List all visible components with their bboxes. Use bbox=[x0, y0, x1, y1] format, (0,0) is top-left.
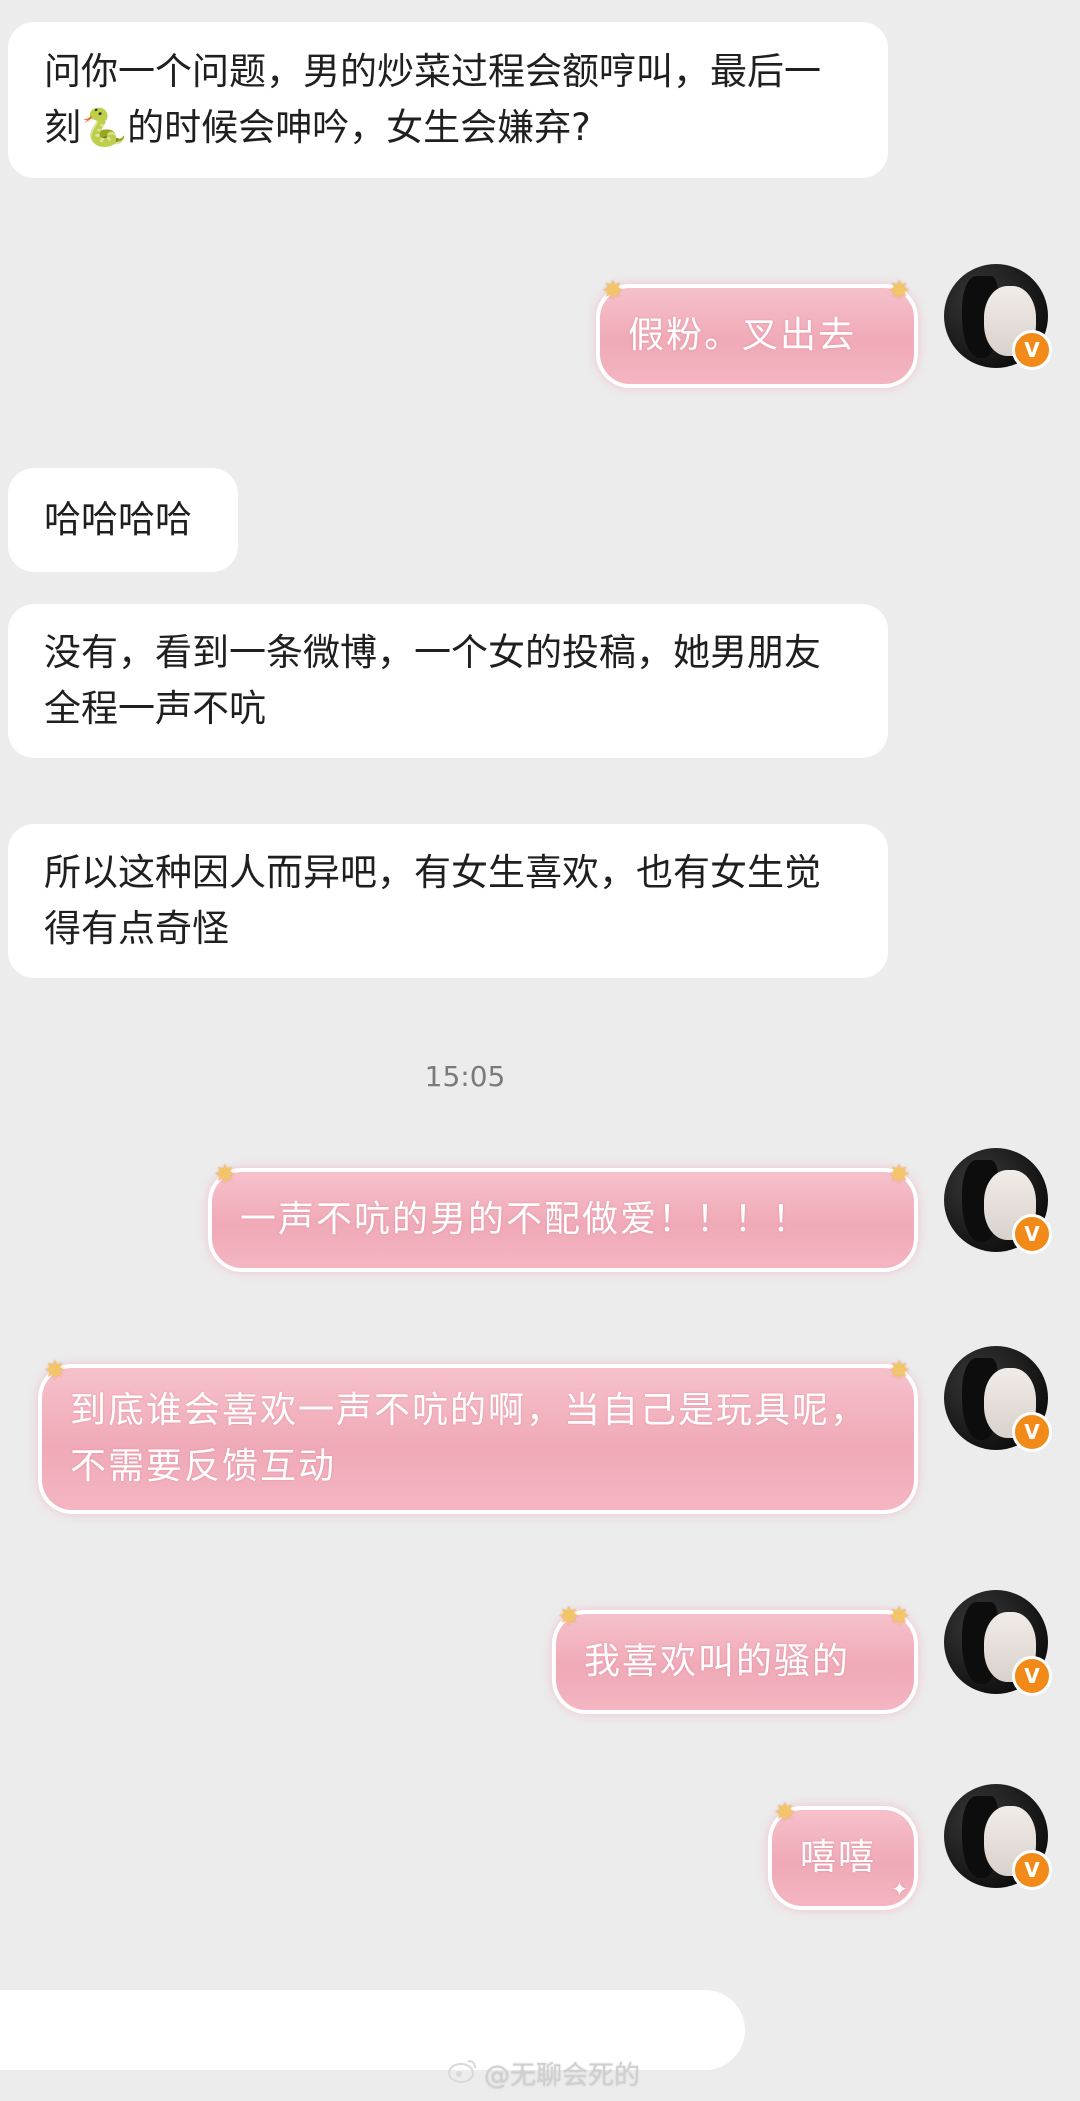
message-text: 问你一个问题，男的炒菜过程会额哼叫，最后一刻🐍的时候会呻吟，女生会嫌弃? bbox=[44, 50, 821, 149]
sparkle-icon: ✸ bbox=[774, 1798, 798, 1828]
weibo-logo-icon bbox=[448, 2057, 478, 2090]
avatar[interactable]: V bbox=[944, 1590, 1052, 1696]
message-text: 假粉。叉出去 bbox=[628, 315, 857, 356]
received-message[interactable]: 哈哈哈哈 bbox=[8, 468, 238, 572]
sent-message[interactable]: ✸ ✦ 嘻嘻 bbox=[768, 1800, 918, 1910]
sparkle-icon: ✸ bbox=[888, 1160, 912, 1190]
sparkle-icon: ✸ bbox=[888, 1356, 912, 1386]
avatar[interactable]: V bbox=[944, 1148, 1052, 1254]
sent-message[interactable]: ✸ ✸ 我喜欢叫的骚的 bbox=[552, 1604, 918, 1714]
watermark: @无聊会死的 bbox=[448, 2055, 640, 2092]
avatar[interactable]: V bbox=[944, 264, 1052, 370]
sparkle-icon: ✸ bbox=[602, 276, 626, 306]
verified-badge-icon: V bbox=[1012, 1850, 1052, 1890]
sparkle-icon: ✸ bbox=[558, 1602, 582, 1632]
message-text: 我喜欢叫的骚的 bbox=[584, 1641, 851, 1682]
received-message[interactable]: 没有，看到一条微博，一个女的投稿，她男朋友全程一声不吭 bbox=[8, 604, 888, 758]
sent-message[interactable]: ✸ ✸ 到底谁会喜欢一声不吭的啊，当自己是玩具呢，不需要反馈互动 bbox=[38, 1358, 918, 1514]
verified-badge-icon: V bbox=[1012, 1412, 1052, 1452]
verified-badge-icon: V bbox=[1012, 330, 1052, 370]
timestamp: 15:05 bbox=[424, 1060, 506, 1093]
sparkle-icon: ✸ bbox=[888, 276, 912, 306]
watermark-text: @无聊会死的 bbox=[484, 2061, 641, 2091]
sparkle-icon: ✸ bbox=[888, 1602, 912, 1632]
message-text: 没有，看到一条微博，一个女的投稿，她男朋友全程一声不吭 bbox=[44, 631, 821, 730]
received-message[interactable]: 所以这种因人而异吧，有女生喜欢，也有女生觉得有点奇怪 bbox=[8, 824, 888, 978]
message-text: 一声不吭的男的不配做爱！！！！ bbox=[240, 1199, 811, 1240]
message-text: 嘻嘻 bbox=[800, 1837, 877, 1878]
avatar[interactable]: V bbox=[944, 1784, 1052, 1890]
verified-badge-icon: V bbox=[1012, 1214, 1052, 1254]
message-text: 哈哈哈哈 bbox=[44, 498, 192, 541]
sent-message[interactable]: ✸ ✸ 一声不吭的男的不配做爱！！！！ bbox=[208, 1162, 918, 1272]
sparkle-icon: ✦ bbox=[891, 1877, 910, 1901]
sparkle-icon: ✸ bbox=[44, 1356, 68, 1386]
message-text: 所以这种因人而异吧，有女生喜欢，也有女生觉得有点奇怪 bbox=[44, 851, 821, 950]
received-message[interactable]: 问你一个问题，男的炒菜过程会额哼叫，最后一刻🐍的时候会呻吟，女生会嫌弃? bbox=[8, 22, 888, 178]
avatar[interactable]: V bbox=[944, 1346, 1052, 1452]
message-text: 到底谁会喜欢一声不吭的啊，当自己是玩具呢，不需要反馈互动 bbox=[70, 1390, 869, 1487]
sparkle-icon: ✸ bbox=[214, 1160, 238, 1190]
sent-message[interactable]: ✸ ✸ 假粉。叉出去 bbox=[596, 278, 918, 388]
verified-badge-icon: V bbox=[1012, 1656, 1052, 1696]
